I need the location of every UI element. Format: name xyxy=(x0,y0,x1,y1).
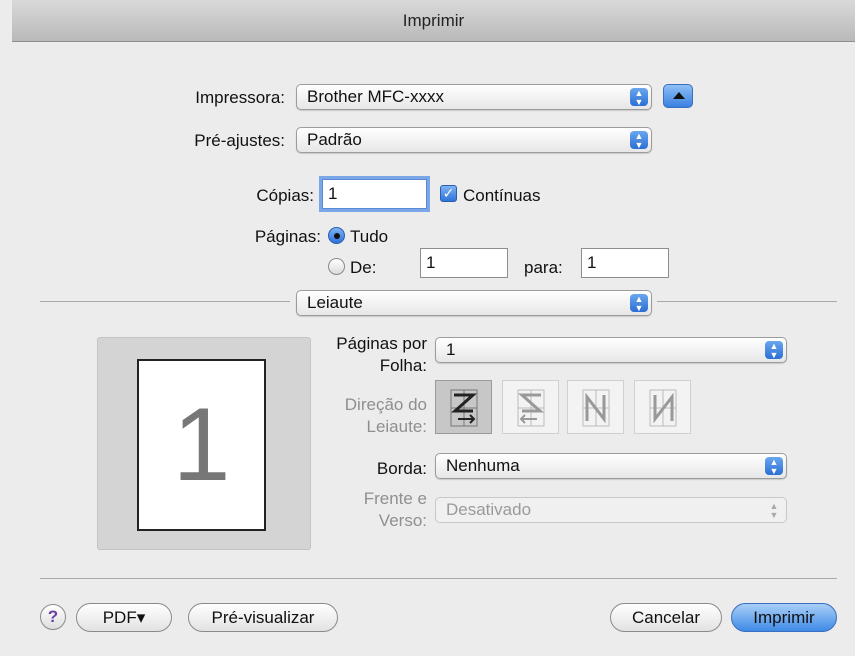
pages-label: Páginas: xyxy=(254,227,321,246)
pages-per-sheet-label-line1: Páginas por xyxy=(336,334,427,353)
up-down-arrows-icon: ▲ ▼ xyxy=(630,131,648,150)
up-down-arrows-icon: ▲ ▼ xyxy=(765,457,783,476)
border-value: Nenhuma xyxy=(446,456,520,475)
up-down-arrows-icon: ▲ ▼ xyxy=(630,88,648,107)
pages-from-field[interactable]: 1 xyxy=(420,248,508,278)
printer-popup[interactable]: Brother MFC-xxxx ▲ ▼ xyxy=(296,84,652,110)
pdf-menu-button[interactable]: PDF▾ xyxy=(76,603,172,632)
printer-value: Brother MFC-xxxx xyxy=(307,87,444,106)
pages-range-radio[interactable] xyxy=(328,258,345,275)
copies-field[interactable]: 1 xyxy=(322,179,427,209)
duplex-value: Desativado xyxy=(446,500,532,519)
disclosure-triangle-up-icon[interactable] xyxy=(663,84,693,108)
pages-per-sheet-value: 1 xyxy=(446,340,456,359)
duplex-popup: Desativado ▲ ▼ xyxy=(435,497,787,523)
direction-n-button[interactable] xyxy=(567,380,624,434)
checkmark-icon: ✓ xyxy=(442,185,455,201)
layout-direction-label-line1: Direção do xyxy=(344,395,427,414)
footer-separator xyxy=(40,578,837,579)
direction-reverse-n-button[interactable] xyxy=(634,380,691,434)
direction-n-icon xyxy=(582,389,610,427)
pages-all-radio[interactable] xyxy=(328,227,345,244)
pages-per-sheet-label: Páginas por Folha: xyxy=(336,333,427,377)
duplex-label: Frente e Verso: xyxy=(364,488,427,532)
preview-button[interactable]: Pré-visualizar xyxy=(188,603,338,632)
window-title-bar: Imprimir xyxy=(12,0,855,42)
direction-z-button[interactable] xyxy=(435,380,492,434)
duplex-label-line2: Verso: xyxy=(378,511,427,530)
direction-reverse-z-button[interactable] xyxy=(502,380,559,434)
pages-to-label: para: xyxy=(524,258,563,277)
direction-z-icon xyxy=(450,389,478,427)
pages-to-field[interactable]: 1 xyxy=(581,248,669,278)
panel-value: Leiaute xyxy=(307,293,363,312)
pages-all-label: Tudo xyxy=(350,227,389,246)
up-down-arrows-icon: ▲ ▼ xyxy=(630,294,648,313)
cancel-button[interactable]: Cancelar xyxy=(610,603,722,632)
presets-popup[interactable]: Padrão ▲ ▼ xyxy=(296,127,652,153)
collated-label: Contínuas xyxy=(463,186,541,205)
print-button[interactable]: Imprimir xyxy=(731,603,837,632)
border-label: Borda: xyxy=(376,459,427,478)
panel-separator-right xyxy=(657,301,837,302)
up-down-arrows-icon: ▲ ▼ xyxy=(769,501,779,520)
presets-value: Padrão xyxy=(307,130,362,149)
layout-preview-page: 1 xyxy=(137,359,266,531)
border-popup[interactable]: Nenhuma ▲ ▼ xyxy=(435,453,787,479)
direction-reverse-n-icon xyxy=(649,389,677,427)
pages-per-sheet-popup[interactable]: 1 ▲ ▼ xyxy=(435,337,787,363)
copies-label: Cópias: xyxy=(256,186,314,205)
collated-checkbox[interactable]: ✓ xyxy=(440,185,457,202)
pages-from-label: De: xyxy=(350,258,377,277)
panel-popup[interactable]: Leiaute ▲ ▼ xyxy=(296,290,652,316)
direction-reverse-z-icon xyxy=(517,389,545,427)
pages-per-sheet-label-line2: Folha: xyxy=(379,356,427,375)
window-title: Imprimir xyxy=(402,11,465,30)
panel-separator-left xyxy=(40,301,290,302)
layout-direction-label: Direção do Leiaute: xyxy=(345,394,427,438)
layout-direction-label-line2: Leiaute: xyxy=(366,417,428,436)
presets-label: Pré-ajustes: xyxy=(194,131,285,150)
up-down-arrows-icon: ▲ ▼ xyxy=(765,341,783,360)
printer-label: Impressora: xyxy=(195,88,285,107)
duplex-label-line1: Frente e xyxy=(363,489,427,508)
help-button[interactable]: ? xyxy=(40,604,66,630)
